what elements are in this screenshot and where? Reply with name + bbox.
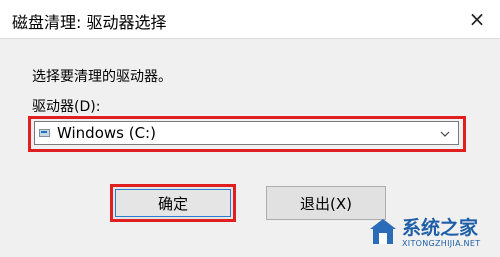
- exit-button-label: 退出(X): [300, 194, 352, 213]
- instruction-text: 选择要清理的驱动器。: [32, 69, 172, 85]
- chevron-down-icon[interactable]: [440, 124, 450, 148]
- drive-dropdown[interactable]: Windows (C:): [34, 121, 459, 145]
- drive-label: 驱动器(D):: [32, 99, 101, 115]
- house-logo-icon: [370, 219, 396, 244]
- close-icon: ×: [468, 7, 486, 31]
- title-bar: 磁盘清理: 驱动器选择 ×: [0, 0, 500, 39]
- ok-button-focus-ring: [115, 189, 231, 217]
- close-button[interactable]: ×: [454, 0, 500, 38]
- watermark: 系统之家 XITONGZHIJIA.NET: [368, 211, 492, 253]
- ok-button[interactable]: 确定: [110, 184, 236, 222]
- drive-icon: [39, 128, 51, 138]
- drive-dropdown-value: Windows (C:): [57, 124, 156, 142]
- watermark-url: XITONGZHIJIA.NET: [402, 239, 481, 248]
- window-title: 磁盘清理: 驱动器选择: [12, 13, 167, 32]
- watermark-brand: 系统之家: [402, 217, 479, 239]
